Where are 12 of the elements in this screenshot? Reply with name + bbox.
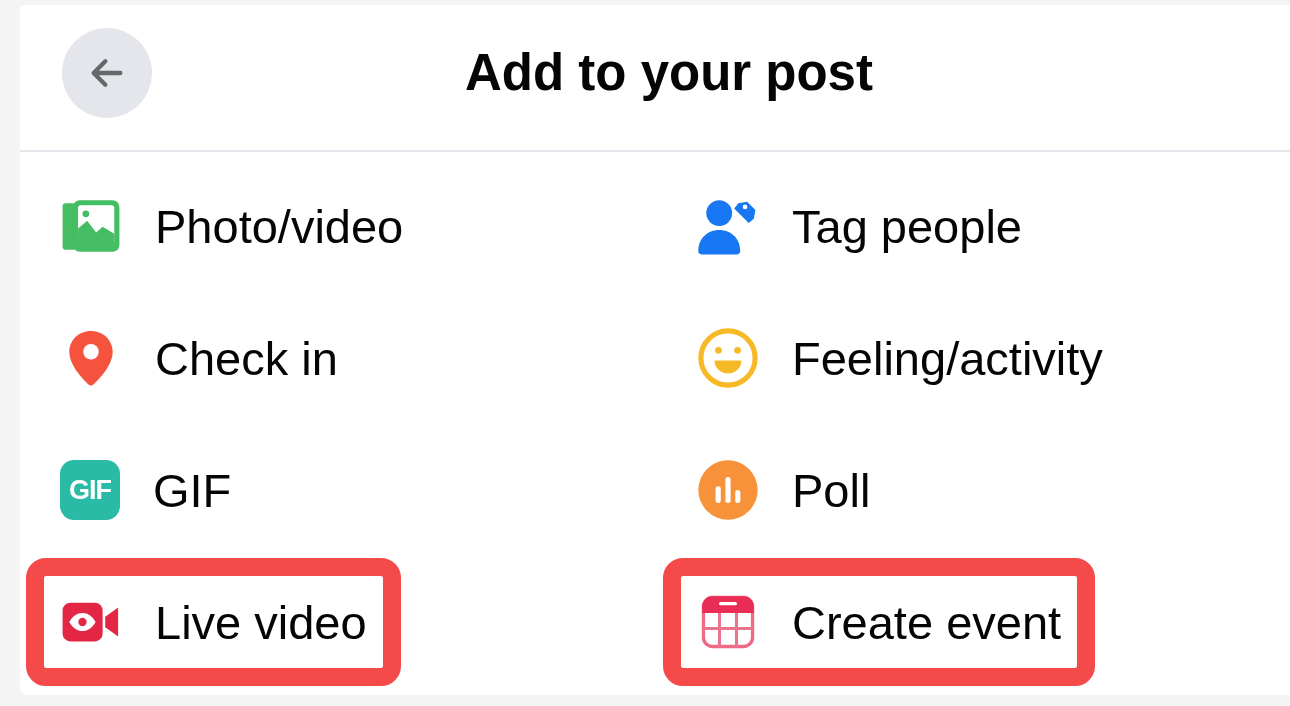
- add-option[interactable]: Tag people: [697, 160, 1022, 292]
- add-option[interactable]: Poll: [697, 424, 871, 556]
- poll-icon: [697, 459, 759, 521]
- add-option[interactable]: Photo/video: [60, 160, 404, 292]
- dialog-title: Add to your post: [465, 43, 873, 102]
- gif-tile: GIF: [60, 460, 120, 520]
- add-option[interactable]: GIF GIF: [60, 424, 232, 556]
- add-option[interactable]: Create event: [697, 556, 1062, 688]
- smiley-icon: [697, 327, 759, 389]
- add-option[interactable]: Check in: [60, 292, 338, 424]
- add-option[interactable]: Feeling/activity: [697, 292, 1103, 424]
- add-option[interactable]: Live video: [60, 556, 367, 688]
